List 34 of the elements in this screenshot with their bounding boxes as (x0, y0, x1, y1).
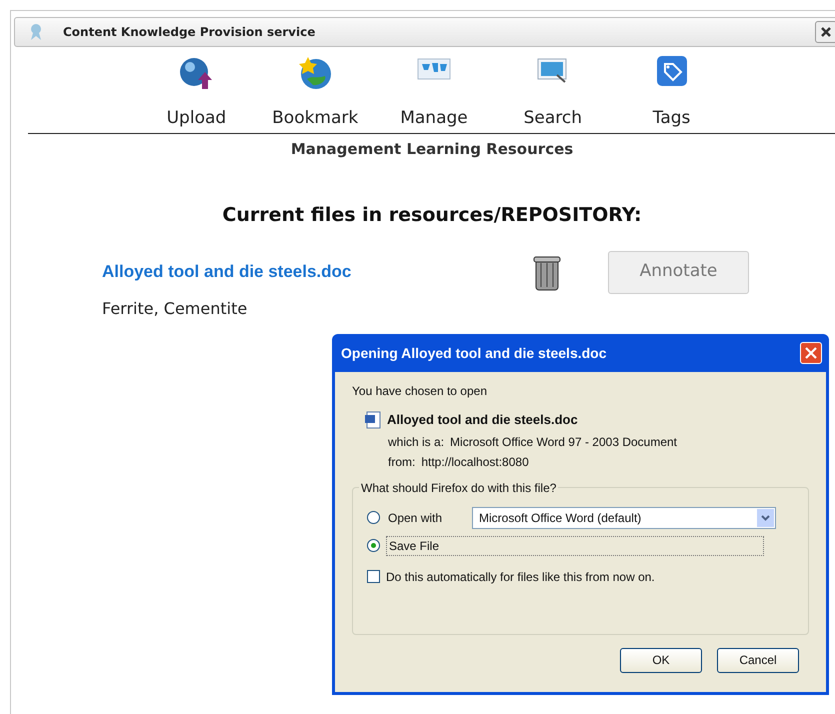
tag-icon (656, 55, 688, 87)
close-icon (805, 347, 817, 359)
from-value: http://localhost:8080 (421, 454, 529, 470)
toolbar-button[interactable]: Upload (137, 55, 256, 131)
type-label: which is a: (388, 434, 444, 450)
type-value: Microsoft Office Word 97 - 2003 Document (450, 434, 678, 450)
globe-star-icon (297, 55, 334, 91)
document-icon (364, 410, 382, 429)
intro-text: You have chosen to open (352, 383, 488, 400)
window-title: Content Knowledge Provision service (63, 24, 316, 41)
checkbox[interactable] (367, 570, 380, 583)
option-label[interactable]: Open with (386, 508, 466, 526)
globe-upload-icon (178, 55, 214, 91)
section-title: Management Learning Resources (290, 139, 574, 160)
app-dropdown[interactable]: Microsoft Office Word (default) (472, 506, 776, 528)
file-tags: Ferrite, Cementite (102, 299, 248, 318)
toolbar-button[interactable]: Bookmark (256, 55, 375, 131)
chevron-down-icon (761, 514, 770, 520)
file-name: Alloyed tool and die steels.doc (387, 411, 578, 429)
from-label: from: (388, 454, 416, 470)
radio-button[interactable] (367, 511, 380, 524)
toolbar-button[interactable]: Search (493, 55, 612, 131)
ribbon-icon (29, 23, 43, 41)
dialog-button[interactable]: Cancel (717, 648, 799, 672)
toolbar-button[interactable]: Tags (612, 55, 731, 131)
dialog-button[interactable]: OK (620, 648, 702, 672)
close-button[interactable] (815, 21, 835, 43)
option-label[interactable]: Save File (386, 536, 764, 556)
radio-button[interactable] (367, 539, 380, 552)
close-icon (821, 27, 831, 37)
page-heading: Current files in resources/REPOSITORY: (222, 202, 642, 228)
checkbox-label[interactable]: Do this automatically for files like this from now on. (386, 568, 655, 586)
toolbar-button[interactable]: Manage (374, 55, 494, 131)
dialog-title: Opening Alloyed tool and die steels.doc (341, 344, 607, 363)
